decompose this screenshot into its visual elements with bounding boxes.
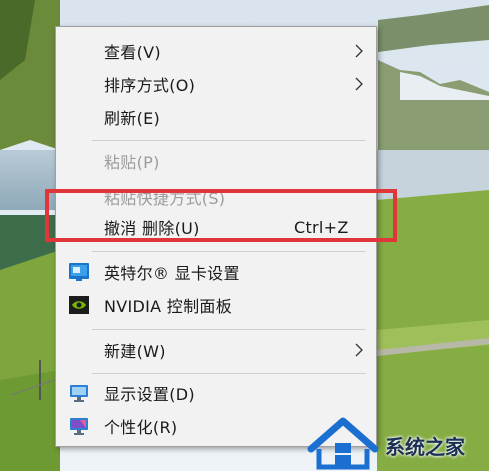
house-logo-icon (307, 417, 379, 470)
menu-separator (92, 373, 366, 374)
menu-item-label: 个性化(R) (104, 418, 178, 437)
menu-item-label: 查看(V) (104, 43, 161, 62)
chevron-right-icon (355, 77, 363, 91)
menu-item-label: 粘贴(P) (104, 153, 160, 172)
chevron-right-icon (355, 343, 363, 357)
menu-item-intel-graphics[interactable]: 英特尔® 显卡设置 (56, 256, 376, 288)
personalize-icon (70, 418, 88, 435)
menu-item-label: 新建(W) (104, 342, 166, 361)
menu-item-new[interactable]: 新建(W) (56, 334, 376, 366)
intel-graphics-icon (69, 263, 89, 281)
menu-item-label: NVIDIA 控制面板 (104, 297, 233, 316)
menu-item-refresh[interactable]: 刷新(E) (56, 101, 376, 133)
menu-separator (92, 329, 366, 330)
menu-item-view[interactable]: 查看(V) (56, 35, 376, 67)
menu-item-label: 显示设置(D) (104, 385, 195, 404)
menu-item-label: 排序方式(O) (104, 76, 196, 95)
menu-item-sort-by[interactable]: 排序方式(O) (56, 68, 376, 100)
menu-item-label: 英特尔® 显卡设置 (104, 264, 240, 283)
menu-item-nvidia-control-panel[interactable]: NVIDIA 控制面板 (56, 289, 376, 321)
menu-item-paste[interactable]: 粘贴(P) (56, 145, 376, 177)
menu-item-display-settings[interactable]: 显示设置(D) (56, 377, 376, 409)
menu-separator (92, 140, 366, 141)
display-settings-icon (70, 385, 88, 402)
highlight-box (45, 189, 397, 242)
chevron-right-icon (355, 44, 363, 58)
watermark: 系统之家 (303, 409, 489, 471)
menu-item-label: 刷新(E) (104, 109, 161, 128)
nvidia-icon (69, 296, 89, 314)
menu-separator (92, 251, 366, 252)
watermark-text: 系统之家 (385, 435, 465, 459)
